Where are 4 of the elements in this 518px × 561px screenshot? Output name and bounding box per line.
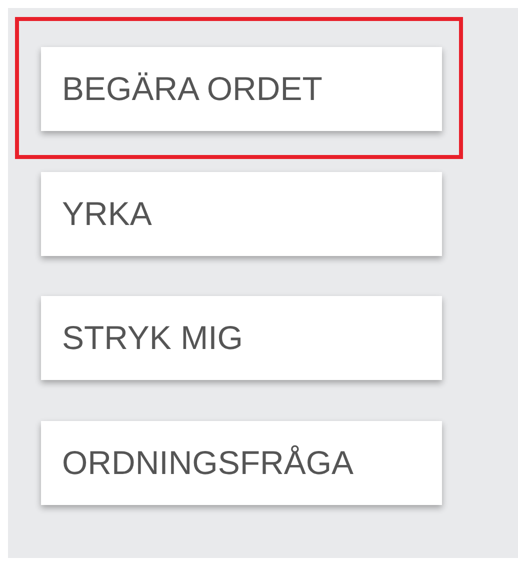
action-button[interactable]: YRKA: [41, 172, 442, 256]
action-button[interactable]: BEGÄRA ORDET: [41, 47, 442, 131]
action-button[interactable]: STRYK MIG: [41, 296, 442, 380]
action-button[interactable]: ORDNINGSFRÅGA: [41, 420, 442, 504]
